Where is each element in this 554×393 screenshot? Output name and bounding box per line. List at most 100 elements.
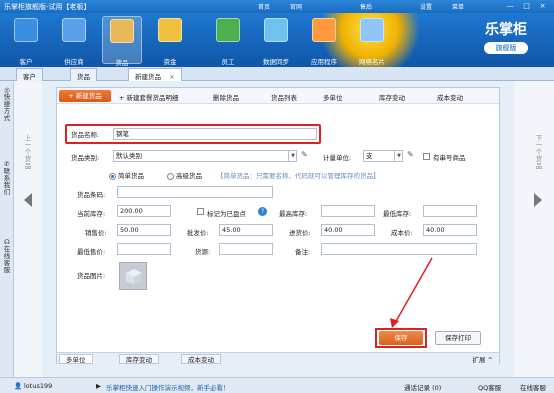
goods-image-upload[interactable] [119,262,147,290]
menu-link[interactable]: 菜单 [452,2,464,11]
prev-goods-panel[interactable]: 上一个货品 [14,81,42,377]
serial-label: 有串号商品 [433,154,466,162]
min-stock-label: 最低库存: [383,210,412,218]
min-sale-input[interactable] [117,243,171,255]
save-print-button[interactable]: 保存打印 [435,331,481,345]
goods-name-input[interactable]: 钢笔 [113,128,317,140]
serial-checkbox[interactable] [423,153,430,160]
tab-label: 货品 [77,73,90,81]
next-goods-label: 下一个货品 [535,134,543,170]
website-link[interactable]: 官网 [290,2,302,11]
goods-form-panel: + 新建货品 + 新建套餐货品明细 删除货品 货品列表 多单位 库存变动 成本变… [56,87,500,364]
status-bar: 👤 lotus199 ▶ 乐掌柜快速入门操作演示视频，新手必看！ 通话记录 (0… [0,377,554,393]
note-input[interactable] [321,243,477,255]
sidebar-label: 快捷方式 [3,93,11,122]
category-select[interactable]: 默认类别 [113,150,297,162]
save-button[interactable]: 保存 [379,331,423,345]
type-advanced-radio[interactable]: 高级货品 [167,170,202,180]
video-icon: ▶ [96,382,101,390]
online-service-link[interactable]: 在线客服 [520,382,546,392]
sale-price-input[interactable]: 50.00 [117,224,171,236]
maximize-button[interactable]: □ [522,2,531,11]
next-arrow-icon[interactable] [534,193,542,207]
minimize-button[interactable]: — [506,2,515,11]
wholesale-price-label: 批发价: [187,229,209,237]
new-goods-button[interactable]: + 新建货品 [59,90,111,102]
left-sidebar: ◎ 快捷方式 ✆ 联系我们 ☊ 在线客服 [0,81,14,377]
user-icon: 👤 [14,382,23,390]
sidebar-item-contact[interactable]: ✆ 联系我们 [2,161,12,196]
home-link[interactable]: 首页 [258,2,270,11]
chevron-down-icon[interactable]: ▼ [394,150,403,162]
cost-price-input[interactable]: 40.00 [423,224,477,236]
stock-change-button[interactable]: 库存变动 [379,92,405,102]
next-goods-panel[interactable]: 下一个货品 [514,81,554,377]
sidebar-item-service[interactable]: ☊ 在线客服 [2,239,12,274]
mark-checked-checkbox[interactable] [197,208,204,215]
purchase-price-label: 进货价: [289,229,311,237]
type-simple-radio[interactable]: 简单货品 [109,170,144,180]
toolbar-goods[interactable]: 货品 [102,16,142,67]
new-detail-button[interactable]: + 新建套餐货品明细 [119,92,179,102]
toolbar-label: 网络名片 [359,58,385,66]
tab-goods[interactable]: 货品 [70,68,97,81]
action-bar: + 新建货品 + 新建套餐货品明细 删除货品 货品列表 多单位 库存变动 成本变… [57,88,499,104]
toolbar-card[interactable]: 网络名片 [352,16,392,66]
toolbar-sync[interactable]: 数据同步 [256,16,296,66]
note-label: 备注: [295,248,311,256]
close-window-button[interactable]: × [538,2,547,11]
toolbar-label: 员工 [221,58,235,66]
brand-edition: 旗舰版 [484,42,528,54]
prev-arrow-icon[interactable] [24,193,32,207]
unit-label: 计量单位: [323,154,352,162]
stock-label: 当前库存: [77,210,106,218]
bottom-tab-bar: 多单位 库存变动 成本变动 扩展 ^ [57,352,499,364]
cost-change-button[interactable]: 成本变动 [437,92,463,102]
min-stock-input[interactable] [423,205,477,217]
aftersale-link[interactable]: 售后 [360,2,372,11]
edit-unit-icon[interactable]: ✎ [407,150,414,159]
toolbar-money[interactable]: 资金 [150,16,190,66]
tab-multi-unit[interactable]: 多单位 [59,354,93,364]
mark-checked-label: 标记为已盘点 [207,210,246,218]
goods-code-input[interactable] [117,186,273,198]
title-bar: 乐掌柜旗舰版-试用【老板】 首页 官网 售后 设置 菜单 — □ × [0,0,554,13]
toolbar-staff[interactable]: 员工 [208,16,248,66]
sync-icon [264,18,288,42]
cost-price-label: 成本价: [391,229,413,237]
location-input[interactable] [219,243,273,255]
multi-unit-button[interactable]: 多单位 [323,92,343,102]
stock-input[interactable]: 200.00 [117,205,171,217]
tab-customer[interactable]: 客户 [16,68,43,81]
category-label: 货品类别: [71,154,100,162]
app-icon [312,18,336,42]
toolbar-supplier[interactable]: 供应商 [54,16,94,66]
chevron-down-icon[interactable]: ▼ [288,150,297,162]
main-toolbar: 客户 供应商 货品 资金 员工 数据同步 应用程序 网络名片 乐掌柜 旗舰版 [0,13,554,67]
tab-close-icon[interactable]: × [169,73,174,81]
supplier-icon [62,18,86,42]
sale-price-label: 销售价: [85,229,107,237]
type-hint: 【简单货品：只需要名称、代码就可以管理库存的货品】 [217,172,380,180]
settings-link[interactable]: 设置 [420,2,432,11]
help-icon[interactable]: ? [258,207,267,216]
max-stock-input[interactable] [321,205,375,217]
customer-icon [14,18,38,42]
min-sale-label: 最低售价: [77,248,106,256]
tab-stock-change[interactable]: 库存变动 [119,354,159,364]
tab-bar: 客户 货品 新建货品 × [0,67,554,81]
sidebar-item-shortcut[interactable]: ◎ 快捷方式 [2,87,12,122]
toolbar-app[interactable]: 应用程序 [304,16,344,66]
tab-new-goods[interactable]: 新建货品 × [128,68,182,81]
goods-list-button[interactable]: 货品列表 [271,92,297,102]
tutorial-link[interactable]: 乐掌柜快速入门操作演示视频，新手必看！ [106,382,230,392]
qq-service-link[interactable]: QQ客服 [478,382,501,392]
edit-category-icon[interactable]: ✎ [301,150,308,159]
tab-cost-change[interactable]: 成本变动 [181,354,221,364]
wholesale-price-input[interactable]: 45.00 [219,224,273,236]
expand-toggle[interactable]: 扩展 ^ [472,354,493,364]
purchase-price-input[interactable]: 40.00 [321,224,375,236]
toolbar-customer[interactable]: 客户 [6,16,46,66]
delete-goods-button[interactable]: 删除货品 [213,92,239,102]
call-log-link[interactable]: 通话记录 (0) [404,382,441,392]
